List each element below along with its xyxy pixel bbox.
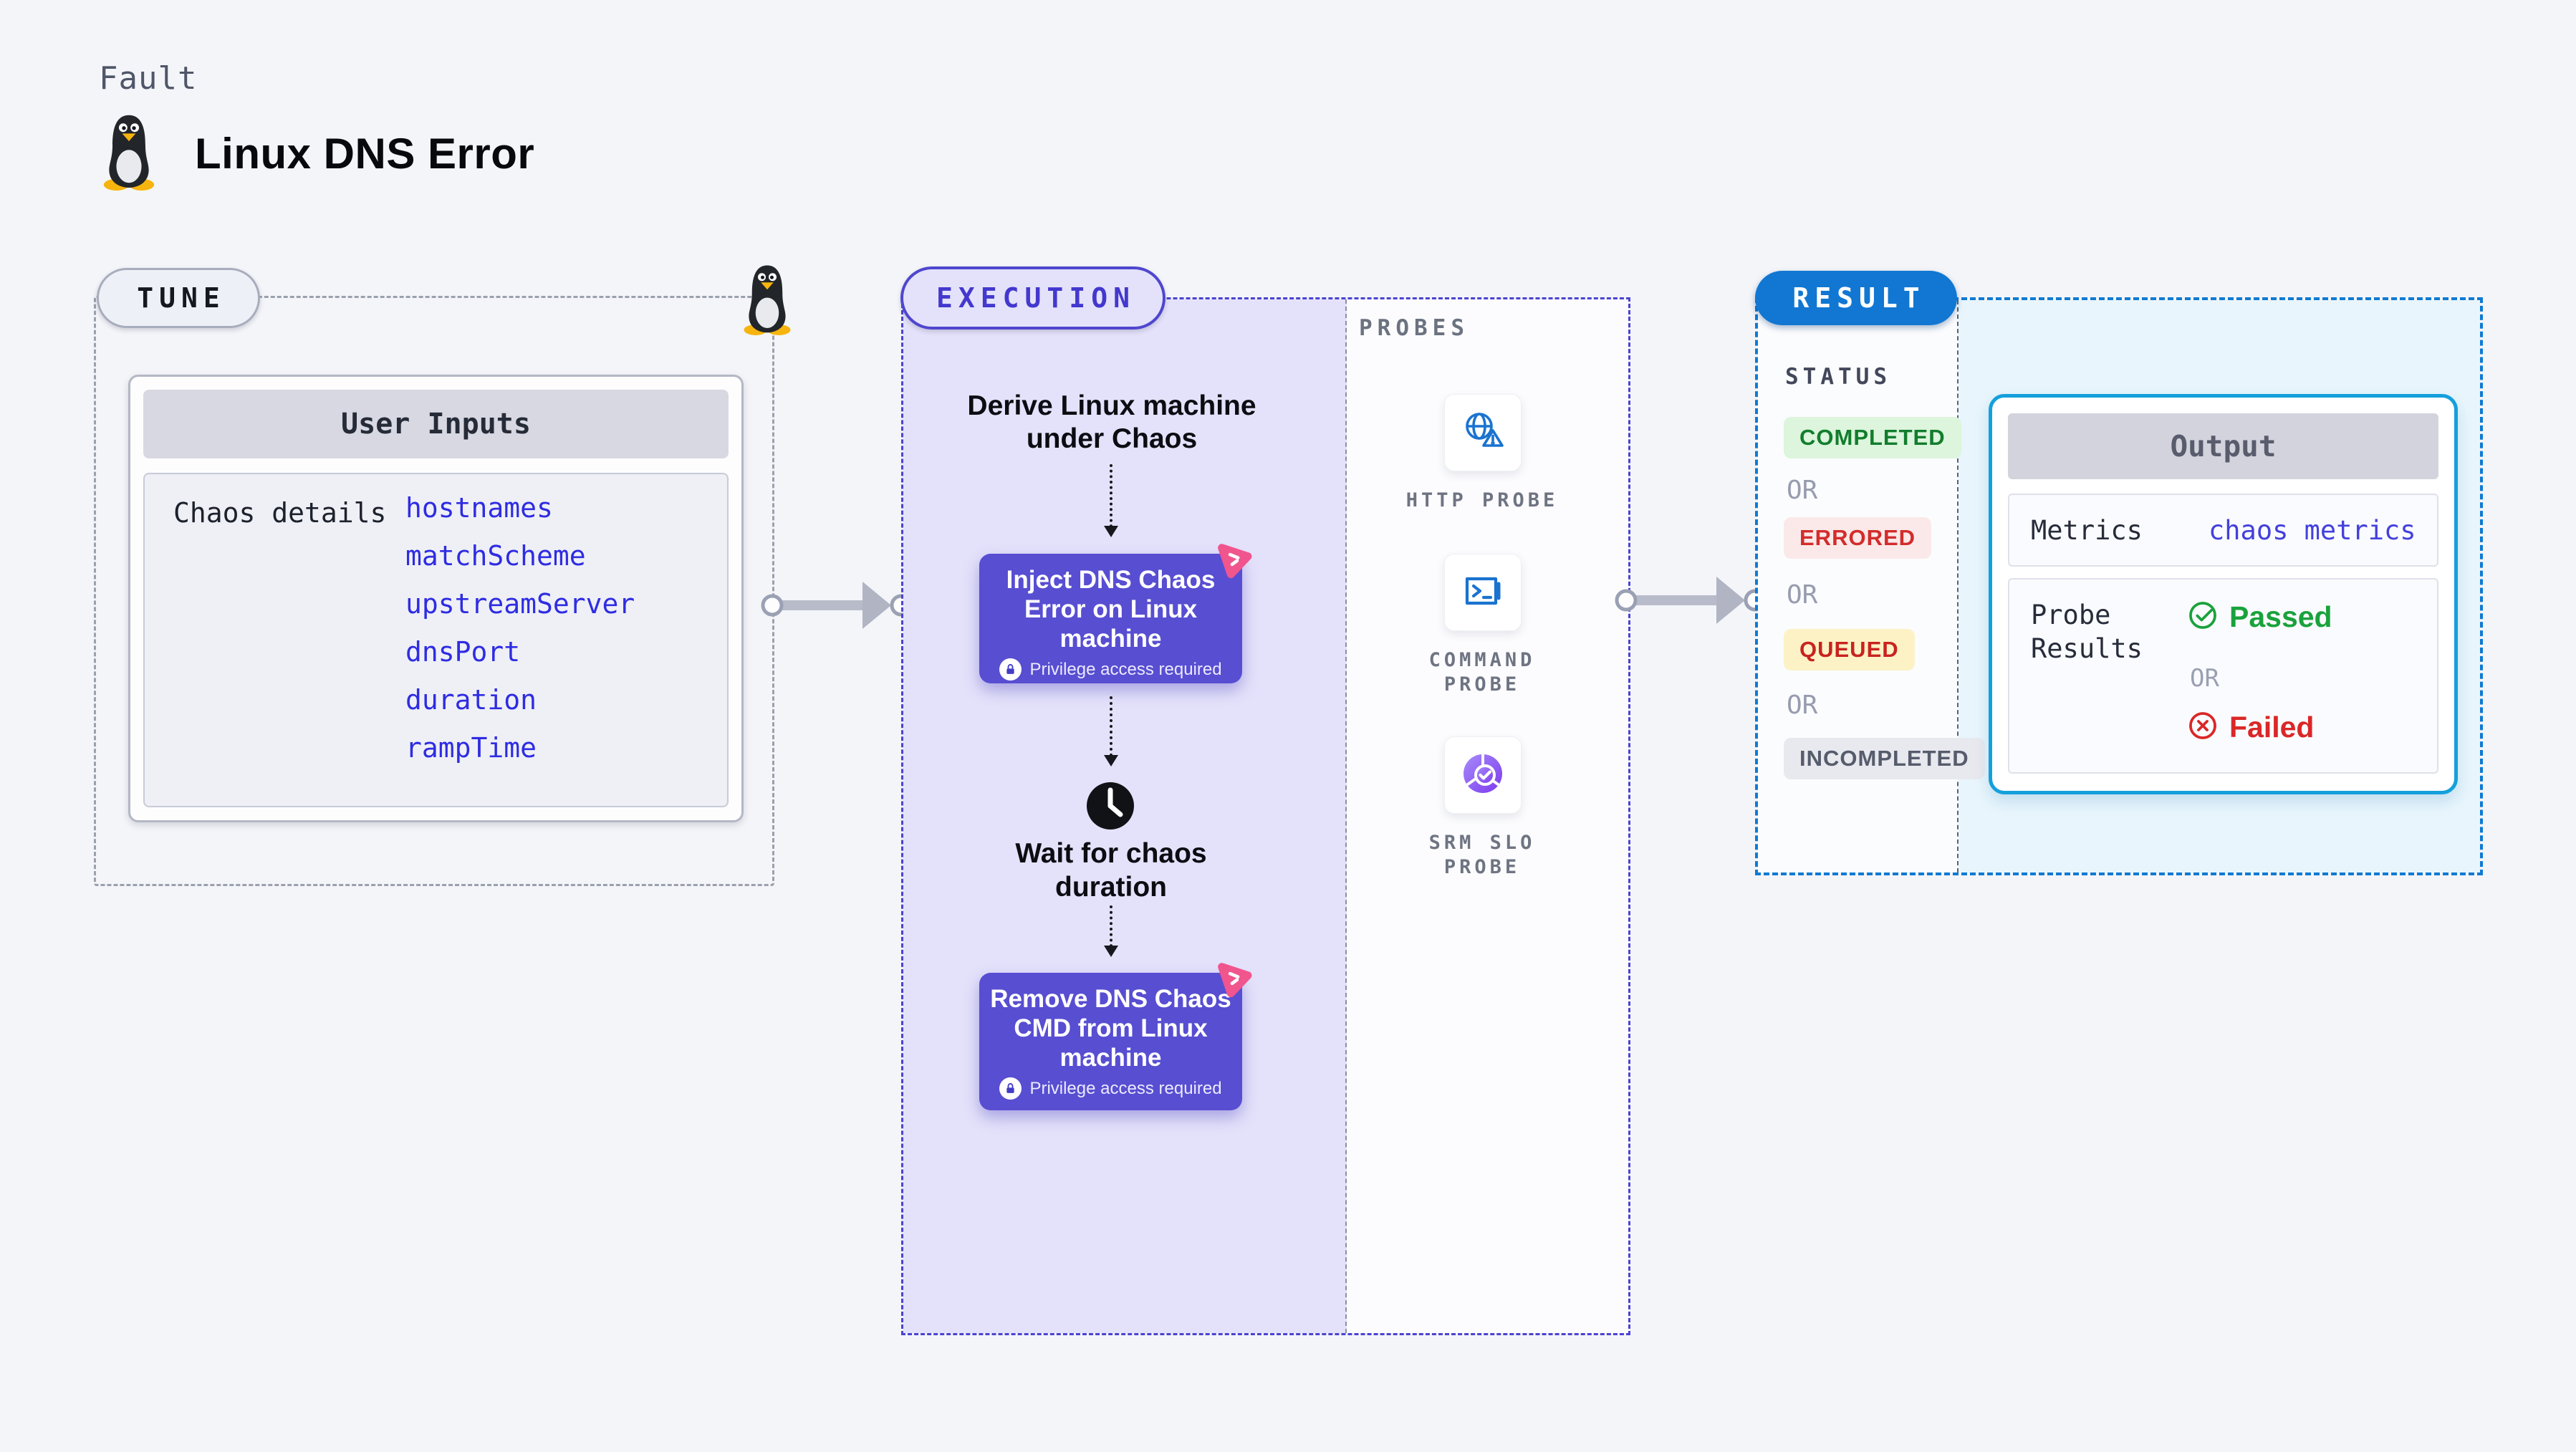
param-upstreamserver: upstreamServer	[405, 588, 635, 620]
chaos-details-label: Chaos details	[173, 497, 387, 529]
remove-dns-chaos-card: Remove DNS Chaos CMD from Linux machine …	[979, 963, 1252, 1110]
privilege-note: Privilege access required	[1029, 1078, 1222, 1098]
probe-failed-line: Failed	[2187, 710, 2314, 745]
http-globe-alert-icon	[1460, 408, 1506, 458]
wait-clock-icon	[1085, 781, 1135, 831]
status-badge-errored: ERRORED	[1784, 517, 1932, 559]
srm-slo-pie-check-icon	[1460, 751, 1506, 800]
user-inputs-body: Chaos details hostnames matchScheme upst…	[143, 473, 729, 807]
x-circle-icon	[2187, 710, 2219, 745]
or-label: OR	[1787, 691, 1818, 720]
http-probe-card	[1444, 394, 1522, 471]
linux-tux-icon	[99, 113, 159, 191]
lock-icon	[999, 1077, 1022, 1100]
chaos-params-list: hostnames matchScheme upstreamServer dns…	[405, 494, 635, 761]
remove-step-label: Remove DNS Chaos CMD from Linux machine	[990, 985, 1231, 1072]
probe-passed-line: Passed	[2187, 600, 2332, 635]
flow-connector-arrow-icon	[1104, 696, 1118, 766]
failed-label: Failed	[2229, 711, 2315, 744]
check-circle-icon	[2187, 600, 2219, 635]
execution-section-pill: EXECUTION	[900, 266, 1166, 330]
inject-dns-chaos-card: Inject DNS Chaos Error on Linux machine …	[979, 544, 1252, 683]
status-badge-incompleted: INCOMPLETED	[1784, 738, 1985, 779]
status-title: STATUS	[1785, 364, 1891, 390]
fault-kicker: Fault	[99, 60, 198, 97]
param-hostnames: hostnames	[405, 492, 553, 524]
flow-connector-arrow-icon	[1104, 464, 1118, 537]
probe-results-row: Probe Results Passed OR Failed	[2008, 578, 2438, 774]
execution-to-result-arrow-icon	[1609, 572, 1774, 629]
or-label: OR	[1787, 476, 1818, 505]
privilege-note: Privilege access required	[1029, 659, 1222, 679]
chaos-fault-badge-icon	[1210, 953, 1258, 1001]
chaos-fault-badge-icon	[1210, 534, 1258, 582]
command-probe-label: COMMAND PROBE	[1428, 649, 1536, 696]
metrics-value: chaos metrics	[2209, 514, 2416, 546]
probe-results-label: Probe Results	[2031, 600, 2143, 664]
param-duration: duration	[405, 684, 537, 716]
user-inputs-card: User Inputs Chaos details hostnames matc…	[128, 375, 744, 822]
command-probe-card	[1444, 554, 1522, 631]
output-card: Output Metrics chaos metrics Probe Resul…	[1989, 394, 2458, 794]
output-title: Output	[2008, 413, 2438, 479]
metrics-label: Metrics	[2031, 514, 2143, 546]
command-terminal-icon	[1460, 568, 1506, 617]
srm-slo-probe-label: SRM SLO PROBE	[1428, 832, 1536, 878]
tune-to-execution-arrow-icon	[755, 577, 920, 634]
passed-label: Passed	[2229, 600, 2332, 633]
probes-section-label: PROBES	[1359, 315, 1469, 341]
metrics-row: Metrics chaos metrics	[2008, 494, 2438, 567]
srm-slo-probe-card	[1444, 736, 1522, 814]
tune-section-pill: TUNE	[97, 268, 260, 328]
user-inputs-title: User Inputs	[143, 390, 729, 458]
lock-icon	[999, 658, 1022, 681]
status-badge-queued: QUEUED	[1784, 629, 1915, 670]
status-badge-completed: COMPLETED	[1784, 417, 1961, 458]
page-title: Linux DNS Error	[195, 130, 535, 178]
linux-tux-icon	[739, 264, 795, 335]
or-label: OR	[1787, 580, 1818, 610]
param-matchscheme: matchScheme	[405, 540, 586, 572]
http-probe-label: HTTP PROBE	[1405, 489, 1559, 511]
result-section-pill: RESULT	[1755, 271, 1957, 325]
param-ramptime: rampTime	[405, 732, 537, 764]
derive-step-label: Derive Linux machine under Chaos	[967, 390, 1256, 454]
wait-step-label: Wait for chaos duration	[1015, 838, 1207, 903]
or-label: OR	[2190, 664, 2219, 693]
inject-step-label: Inject DNS Chaos Error on Linux machine	[1006, 566, 1216, 653]
flow-connector-arrow-icon	[1104, 905, 1118, 957]
param-dnsport: dnsPort	[405, 636, 521, 668]
